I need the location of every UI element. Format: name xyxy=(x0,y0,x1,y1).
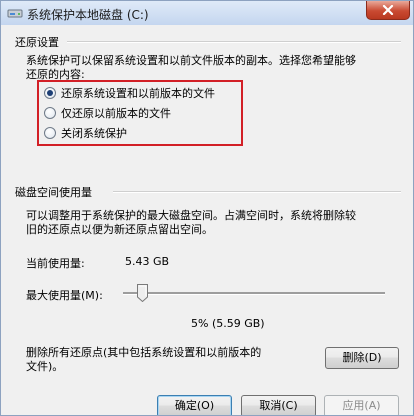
max-usage-slider-track[interactable] xyxy=(123,292,385,295)
drive-icon xyxy=(7,5,23,21)
max-usage-slider-thumb[interactable] xyxy=(137,284,148,303)
current-usage-value: 5.43 GB xyxy=(125,255,170,268)
disk-usage-divider xyxy=(113,191,401,193)
delete-description-line2: 文件)。 xyxy=(26,360,64,373)
max-usage-value: 5% (5.59 GB) xyxy=(191,317,265,330)
cancel-button[interactable]: 取消(C) xyxy=(241,395,316,415)
restore-option-radio-off[interactable] xyxy=(44,127,56,139)
restore-option-label-files[interactable]: 仅还原以前版本的文件 xyxy=(61,105,171,121)
current-usage-label: 当前使用量: xyxy=(26,257,85,270)
close-button[interactable] xyxy=(366,1,410,20)
ok-button[interactable]: 确定(O) xyxy=(157,395,232,415)
max-usage-label: 最大使用量(M): xyxy=(26,289,103,302)
restore-option-label-off[interactable]: 关闭系统保护 xyxy=(61,125,127,141)
restore-settings-heading: 还原设置 xyxy=(15,36,59,49)
apply-button[interactable]: 应用(A) xyxy=(324,395,399,415)
disk-usage-description-line2: 旧的还原点以便为新还原点留出空间。 xyxy=(26,223,213,236)
restore-option-label-all[interactable]: 还原系统设置和以前版本的文件 xyxy=(61,85,215,101)
window-title: 系统保护本地磁盘 (C:) xyxy=(27,8,149,22)
restore-option-radio-all[interactable] xyxy=(44,87,56,99)
close-icon xyxy=(382,5,394,15)
restore-settings-divider xyxy=(67,41,401,43)
restore-option-radio-files[interactable] xyxy=(44,107,56,119)
system-protection-dialog: 系统保护本地磁盘 (C:) 还原设置 系统保护可以保留系统设置和以前文件版本的副… xyxy=(0,0,414,416)
delete-button[interactable]: 删除(D) xyxy=(325,347,399,369)
disk-usage-heading: 磁盘空间使用量 xyxy=(15,186,92,199)
title-bar[interactable]: 系统保护本地磁盘 (C:) xyxy=(1,1,413,25)
